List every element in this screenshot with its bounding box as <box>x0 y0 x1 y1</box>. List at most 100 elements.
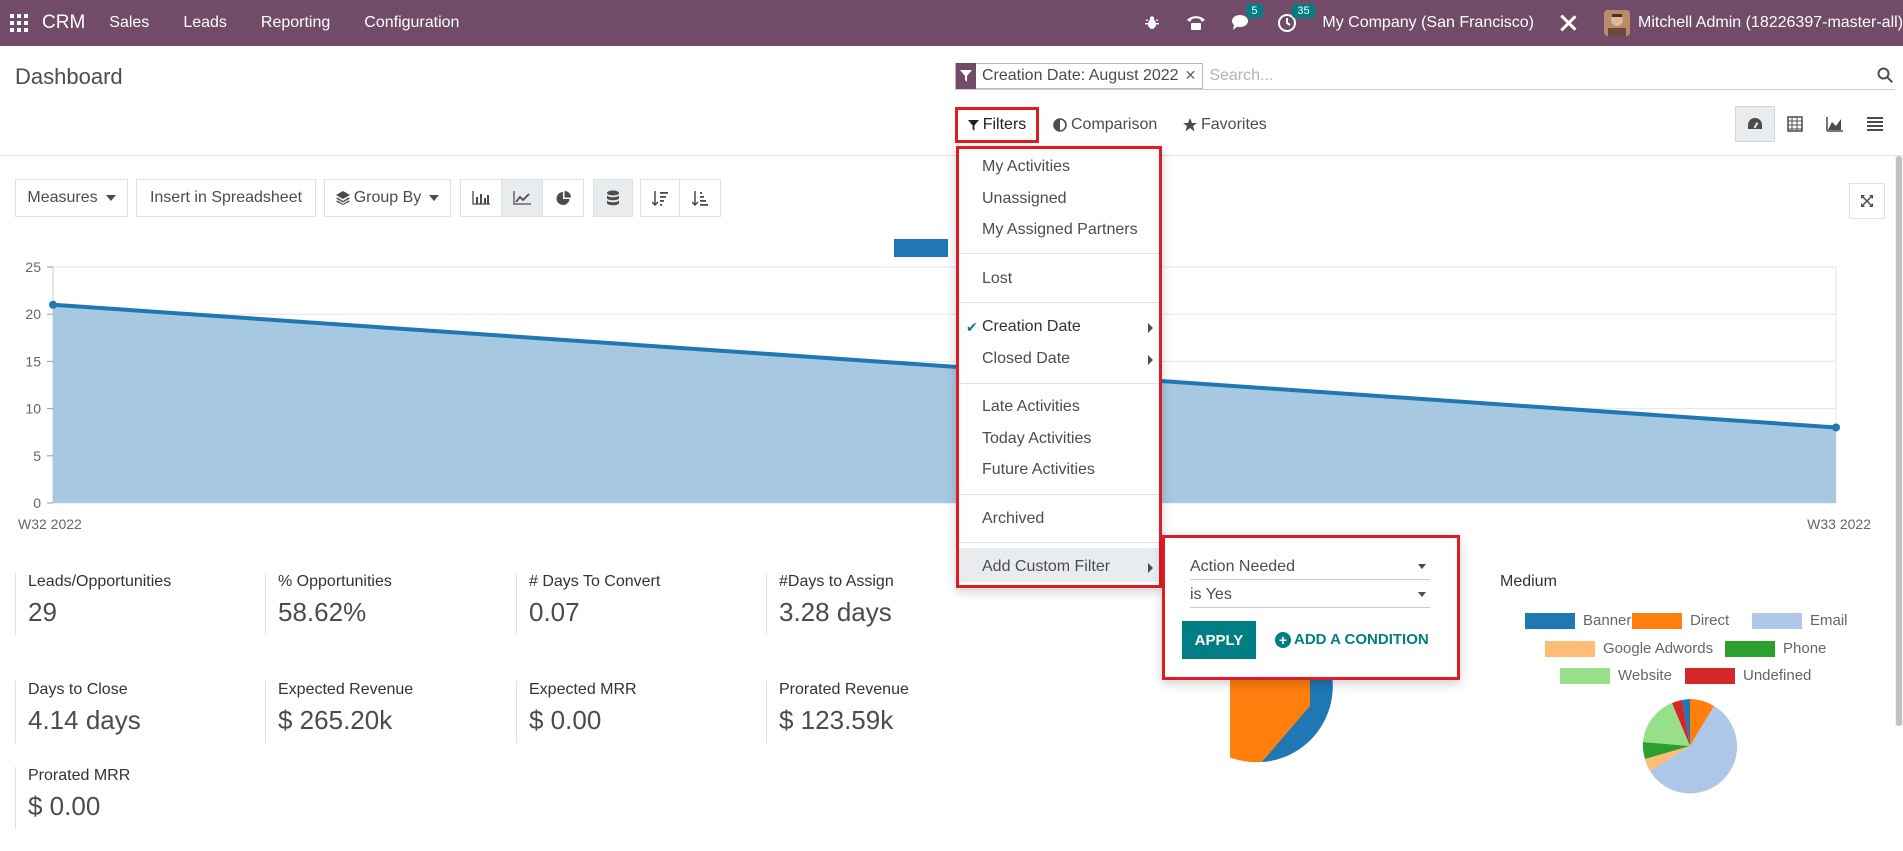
kpi-expected-revenue[interactable]: Expected Revenue $ 265.20k <box>265 681 413 743</box>
dashboard-view-icon[interactable] <box>1735 106 1775 142</box>
apply-button[interactable]: APPLY <box>1182 621 1256 659</box>
facet-remove-icon[interactable]: ✕ <box>1185 67 1197 84</box>
search-input[interactable] <box>1209 66 1895 85</box>
medium-pie-chart <box>1642 699 1738 794</box>
comparison-button[interactable]: Comparison <box>1053 110 1157 140</box>
legend-label: Google Adwords <box>1603 640 1714 657</box>
filter-archived[interactable]: Archived <box>982 510 1044 528</box>
x-tick-label: W33 2022 <box>1807 516 1871 532</box>
bar-chart-icon <box>472 191 490 205</box>
kpi-value: $ 0.00 <box>28 791 101 821</box>
custom-filter-field-select[interactable]: Action Needed <box>1190 554 1430 580</box>
top-navbar: CRM Sales Leads Reporting Configuration … <box>0 0 1903 46</box>
graph-view-icon[interactable] <box>1815 106 1855 142</box>
legend-item[interactable]: Website <box>1560 667 1672 684</box>
kpi-label: Prorated MRR <box>28 767 131 784</box>
kpi-label: % Opportunities <box>278 573 392 590</box>
search-icon[interactable] <box>1877 67 1893 88</box>
kpi-label: #Days to Assign <box>779 573 894 590</box>
pie-chart-button[interactable] <box>542 179 584 217</box>
add-custom-filter[interactable]: Add Custom Filter <box>982 558 1110 576</box>
user-menu[interactable]: Mitchell Admin (18226397-master-all) <box>1638 14 1903 32</box>
scrollbar[interactable] <box>1895 156 1903 726</box>
company-switcher[interactable]: My Company (San Francisco) <box>1322 14 1534 32</box>
kpi-days-to-convert[interactable]: # Days To Convert 0.07 <box>516 573 660 635</box>
filters-button[interactable]: Filters <box>955 107 1039 143</box>
filter-unassigned[interactable]: Unassigned <box>982 190 1067 208</box>
legend-item[interactable]: Phone <box>1725 640 1826 657</box>
y-tick-label: 20 <box>25 306 41 322</box>
operator-value: is Yes <box>1190 585 1232 603</box>
sort-descending-icon <box>652 191 668 206</box>
legend-item[interactable]: Email <box>1752 612 1848 629</box>
activities-badge: 35 <box>1292 4 1315 18</box>
legend-item[interactable]: Google Adwords <box>1545 640 1713 657</box>
check-icon: ✔ <box>966 319 978 335</box>
stacked-button[interactable] <box>593 179 633 217</box>
user-avatar[interactable] <box>1604 10 1630 36</box>
apps-menu-icon[interactable] <box>0 0 38 46</box>
legend-item[interactable]: Banner <box>1525 612 1631 629</box>
kpi-value: 3.28 days <box>779 597 892 627</box>
filter-late-activities[interactable]: Late Activities <box>982 398 1080 416</box>
phone-icon[interactable] <box>1186 15 1206 31</box>
menu-reporting[interactable]: Reporting <box>261 14 330 32</box>
menu-configuration[interactable]: Configuration <box>364 14 459 32</box>
search-facet: Creation Date: August 2022 ✕ <box>955 62 1204 89</box>
menu-leads[interactable]: Leads <box>183 14 227 32</box>
tools-icon[interactable] <box>1558 13 1578 33</box>
kpi-opportunities-percent[interactable]: % Opportunities 58.62% <box>265 573 392 635</box>
sort-ascending-button[interactable] <box>679 179 721 217</box>
add-condition-button[interactable]: + ADD A CONDITION <box>1275 631 1429 648</box>
kpi-value: $ 265.20k <box>278 705 393 735</box>
kpi-prorated-revenue[interactable]: Prorated Revenue $ 123.59k <box>766 681 909 743</box>
bug-icon[interactable] <box>1144 15 1160 31</box>
filter-closed-date[interactable]: Closed Date <box>982 350 1070 368</box>
chart-point[interactable] <box>1832 423 1840 432</box>
kpi-label: Leads/Opportunities <box>28 573 172 590</box>
kpi-leads-opportunities[interactable]: Leads/Opportunities 29 <box>15 573 171 635</box>
menu-sales[interactable]: Sales <box>109 14 149 32</box>
legend-swatch <box>1752 612 1802 629</box>
scrollbar-thumb[interactable] <box>1896 156 1902 726</box>
kpi-prorated-mrr[interactable]: Prorated MRR $ 0.00 <box>15 767 130 829</box>
legend-swatch <box>1685 667 1735 684</box>
activities-icon[interactable]: 35 <box>1278 4 1315 32</box>
pivot-view-icon[interactable] <box>1775 106 1815 142</box>
caret-right-icon <box>1148 563 1153 573</box>
custom-filter-operator-select[interactable]: is Yes <box>1190 582 1430 608</box>
legend-item[interactable]: Direct <box>1632 612 1729 629</box>
kpi-value: $ 123.59k <box>779 705 894 735</box>
insert-spreadsheet-button[interactable]: Insert in Spreadsheet <box>136 179 316 217</box>
bar-chart-button[interactable] <box>460 179 502 217</box>
line-chart-button[interactable] <box>501 179 543 217</box>
filter-creation-date[interactable]: Creation Date <box>982 318 1081 336</box>
divider <box>959 302 1159 303</box>
chart-point[interactable] <box>49 300 57 309</box>
measures-button[interactable]: Measures <box>15 179 128 217</box>
expand-icon[interactable] <box>1849 183 1885 219</box>
custom-filter-panel: Action Needed is Yes APPLY + ADD A CONDI… <box>1162 535 1460 680</box>
app-brand[interactable]: CRM <box>42 12 85 34</box>
sort-descending-button[interactable] <box>640 179 680 217</box>
filter-my-assigned-partners[interactable]: My Assigned Partners <box>982 221 1138 239</box>
layers-icon <box>335 191 350 205</box>
kpi-days-to-assign[interactable]: #Days to Assign 3.28 days <box>766 573 894 635</box>
list-view-icon[interactable] <box>1855 106 1895 142</box>
filter-today-activities[interactable]: Today Activities <box>982 430 1091 448</box>
legend-item[interactable]: Undefined <box>1685 667 1811 684</box>
group-by-button[interactable]: Group By <box>324 179 451 217</box>
filter-future-activities[interactable]: Future Activities <box>982 461 1095 479</box>
y-tick-label: 10 <box>25 401 41 417</box>
filter-lost[interactable]: Lost <box>982 270 1012 288</box>
kpi-expected-mrr[interactable]: Expected MRR $ 0.00 <box>516 681 637 743</box>
favorites-button[interactable]: Favorites <box>1183 110 1267 140</box>
filter-my-activities[interactable]: My Activities <box>982 158 1070 176</box>
filters-dropdown: My Activities Unassigned My Assigned Par… <box>956 146 1162 588</box>
legend-swatch <box>1632 612 1682 629</box>
x-tick-label: W32 2022 <box>18 516 82 532</box>
add-condition-label: ADD A CONDITION <box>1294 631 1429 648</box>
kpi-days-to-close[interactable]: Days to Close 4.14 days <box>15 681 141 743</box>
messages-icon[interactable]: 5 <box>1232 4 1263 32</box>
field-value: Action Needed <box>1190 557 1295 575</box>
